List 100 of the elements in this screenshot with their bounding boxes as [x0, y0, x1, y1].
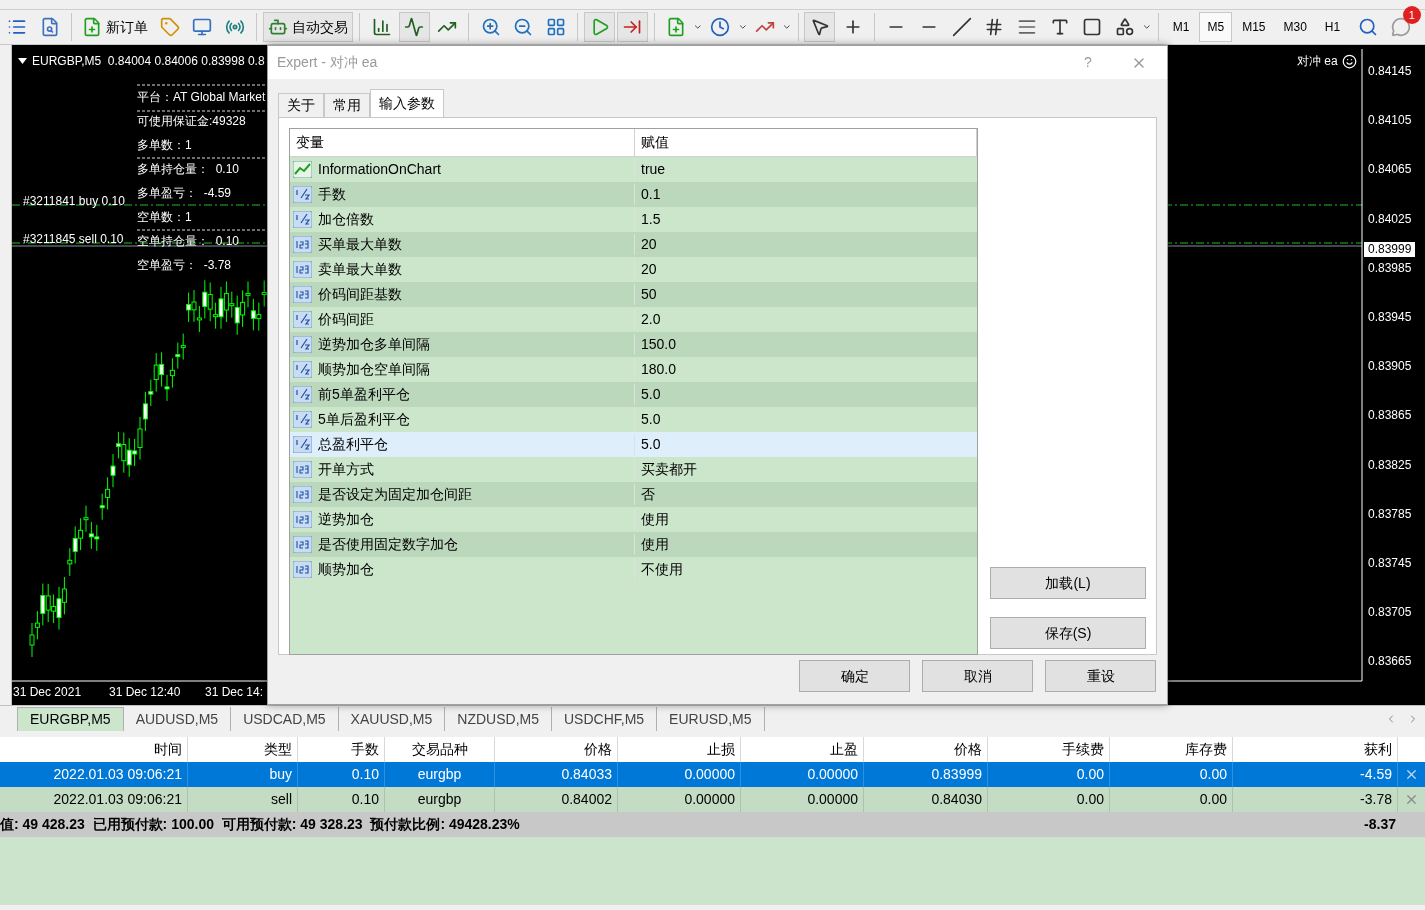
- number-icon: [293, 261, 312, 278]
- parameter-row[interactable]: 逆势加仓多单间隔 150.0: [290, 332, 977, 357]
- parameter-name: 开单方式: [318, 460, 374, 479]
- parameter-name: 价码间距基数: [318, 285, 402, 304]
- autoscroll-icon[interactable]: [617, 12, 648, 42]
- fraction-icon: [293, 436, 312, 453]
- auto-trading-button[interactable]: 自动交易: [263, 12, 354, 42]
- time-label: 31 Dec 14:: [205, 684, 264, 701]
- parameter-row[interactable]: 是否使用固定数字加仓 使用: [290, 532, 977, 557]
- parameter-value: 使用: [640, 510, 669, 529]
- chart-shift-icon[interactable]: [584, 12, 615, 42]
- dialog-tab[interactable]: 常用: [324, 93, 370, 117]
- info-line: 多单持仓量： 0.10: [137, 161, 240, 178]
- dialog-button[interactable]: 确定: [799, 660, 910, 692]
- parameter-name: 逆势加仓多单间隔: [318, 335, 430, 354]
- info-line: 空单持仓量： 0.10: [137, 233, 240, 250]
- close-icon: [1404, 767, 1419, 782]
- symbol-tab[interactable]: EURUSD,M5: [657, 707, 765, 731]
- parameter-value: 5.0: [640, 435, 661, 454]
- price-label: 0.83985: [1368, 259, 1412, 277]
- fraction-icon: [293, 336, 312, 353]
- price-label: 0.83905: [1368, 358, 1412, 376]
- price-label: 0.84105: [1368, 112, 1412, 130]
- new-order-button[interactable]: 新订单: [78, 12, 153, 42]
- dialog-tab[interactable]: 输入参数: [370, 89, 444, 117]
- parameter-row[interactable]: 买单最大单数 20: [290, 232, 977, 257]
- number-icon: [293, 561, 312, 578]
- parameter-name: 顺势加仓空单间隔: [318, 360, 430, 379]
- time-label: 31 Dec 12:40: [109, 684, 181, 701]
- cursor-icon[interactable]: [804, 12, 836, 42]
- price-label: 0.84145: [1368, 63, 1412, 80]
- fraction-icon: [293, 386, 312, 403]
- parameter-value: 使用: [640, 535, 669, 554]
- dialog-tab[interactable]: 关于: [278, 93, 324, 117]
- timeframe-button[interactable]: H1: [1316, 12, 1349, 42]
- caret-icon[interactable]: [693, 22, 703, 32]
- timeframe-button[interactable]: M1: [1164, 12, 1198, 42]
- parameter-name: 卖单最大单数: [318, 260, 402, 279]
- parameter-value: 否: [640, 485, 655, 504]
- price-label: 0.83865: [1368, 407, 1412, 425]
- trade-row[interactable]: 2022.01.03 09:06:21 sell 0.10 eurgbp 0.84002 0.00000 0.00000 0.84030 0.00 0.00 -3.78: [0, 787, 1425, 812]
- parameter-row[interactable]: 前5单盈利平仓 5.0: [290, 382, 977, 407]
- parameter-value: 0.1: [640, 185, 661, 204]
- symbol-tab[interactable]: AUDUSD,M5: [123, 707, 232, 731]
- parameter-value: 180.0: [640, 360, 677, 379]
- chart-line-icon: [293, 161, 312, 178]
- parameter-value: 150.0: [640, 335, 677, 354]
- smiley-icon: [1341, 53, 1357, 69]
- fraction-icon: [293, 411, 312, 428]
- parameter-name: 加仓倍数: [318, 210, 374, 229]
- parameter-row[interactable]: 价码间距基数 50: [290, 282, 977, 307]
- info-line: 可使用保证金:49328: [137, 113, 246, 130]
- parameter-value: 5.0: [640, 410, 661, 429]
- number-icon: [293, 486, 312, 503]
- parameter-name: 价码间距: [318, 310, 374, 329]
- number-icon: [293, 461, 312, 478]
- timeframe-button[interactable]: M30: [1275, 12, 1315, 42]
- fraction-icon: [293, 361, 312, 378]
- caret-icon[interactable]: [1142, 22, 1152, 32]
- dialog-button[interactable]: 取消: [922, 660, 1033, 692]
- fraction-icon: [293, 186, 312, 203]
- parameter-value: 50: [640, 285, 657, 304]
- symbol-tab[interactable]: NZDUSD,M5: [445, 707, 552, 731]
- price-label: 0.84025: [1368, 210, 1412, 228]
- parameter-value: true: [640, 160, 666, 179]
- info-line: 多单数：1: [137, 137, 192, 154]
- parameter-name: 买单最大单数: [318, 235, 402, 254]
- price-label: 0.84065: [1368, 161, 1412, 179]
- info-line: 平台：AT Global Market: [137, 89, 266, 106]
- info-line: 空单数：1: [137, 209, 192, 226]
- order-label: #3211845 sell 0.10: [23, 231, 124, 248]
- parameter-row[interactable]: 手数 0.1: [290, 182, 977, 207]
- price-label: 0.83705: [1368, 604, 1412, 622]
- total-profit: -8.37: [1363, 815, 1397, 834]
- symbol-tab[interactable]: EURGBP,M5: [17, 707, 124, 731]
- collapse-triangle-icon[interactable]: [18, 58, 27, 64]
- symbol-tab[interactable]: USDCAD,M5: [231, 707, 339, 731]
- symbol-tab[interactable]: XAUUSD,M5: [338, 707, 446, 731]
- trade-row[interactable]: 2022.01.03 09:06:21 buy 0.10 eurgbp 0.84033 0.00000 0.00000 0.83999 0.00 0.00 -4.59: [0, 762, 1425, 787]
- timeframe-button[interactable]: M5: [1199, 12, 1233, 42]
- dialog-button[interactable]: 重设: [1045, 660, 1156, 692]
- price-label: 0.83945: [1368, 309, 1412, 326]
- symbol-tab[interactable]: USDCHF,M5: [551, 707, 658, 731]
- timeframe-button[interactable]: M15: [1234, 12, 1274, 42]
- parameter-name: 手数: [318, 185, 346, 204]
- notification-badge: 1: [1402, 6, 1421, 24]
- dialog-button[interactable]: 加载(L): [990, 567, 1146, 599]
- info-line: 多单盈亏： -4.59: [137, 185, 232, 202]
- parameter-row[interactable]: 是否设定为固定加仓间距 否: [290, 482, 977, 507]
- price-label: 0.83785: [1368, 505, 1412, 523]
- fraction-icon: [293, 311, 312, 328]
- add-file-icon: [82, 17, 103, 37]
- caret-icon[interactable]: [781, 22, 792, 32]
- account-summary: 值: 49 428.23 已用预付款: 100.00 可用预付款: 49 328.23 预付款比例: 49428.23%: [0, 815, 521, 834]
- caret-icon[interactable]: [737, 22, 748, 32]
- dialog-button[interactable]: 保存(S): [990, 617, 1146, 649]
- parameter-name: 是否使用固定数字加仓: [318, 535, 458, 554]
- parameter-row[interactable]: 总盈利平仓 5.0: [290, 432, 977, 457]
- parameter-value: 2.0: [640, 310, 661, 329]
- fraction-icon: [293, 211, 312, 228]
